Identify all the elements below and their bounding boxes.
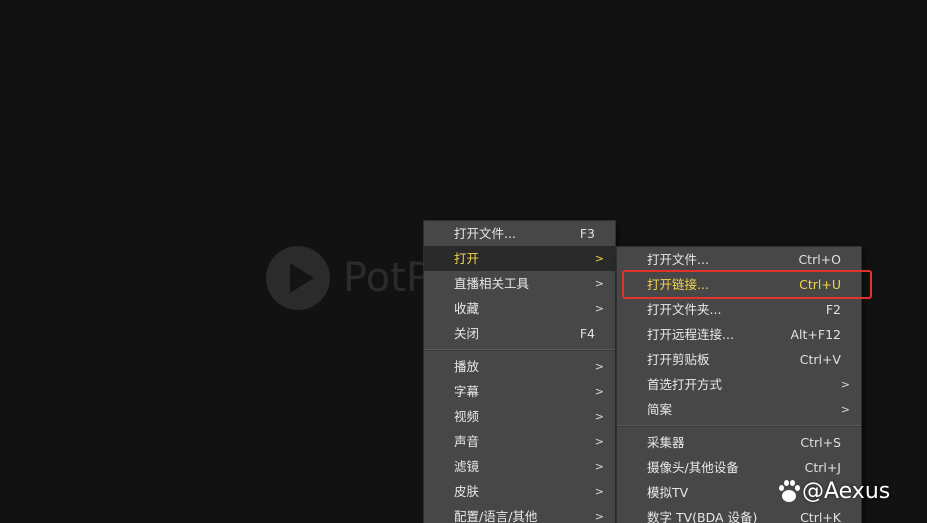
submenu-item-open-clipboard[interactable]: 打开剪贴板 Ctrl+V <box>617 347 861 372</box>
menu-item-label: 数字 TV(BDA 设备) <box>647 510 758 523</box>
menu-separator <box>424 349 615 351</box>
potplayer-logo-text: PotP <box>343 255 430 301</box>
menu-item-video[interactable]: 视频 > <box>424 404 615 429</box>
menu-item-label: 首选打开方式 <box>647 377 723 392</box>
submenu-item-digital-tv[interactable]: 数字 TV(BDA 设备) Ctrl+K <box>617 505 861 523</box>
menu-item-label: 关闭 <box>454 326 480 341</box>
menu-item-label: 滤镜 <box>454 459 480 474</box>
menu-item-label: 打开远程连接... <box>647 327 734 342</box>
menu-item-label: 字幕 <box>454 384 480 399</box>
menu-item-config[interactable]: 配置/语言/其他 > <box>424 504 615 523</box>
submenu-arrow-icon: > <box>594 302 604 315</box>
menu-item-label: 采集器 <box>647 435 685 450</box>
menu-item-label: 摄像头/其他设备 <box>647 460 739 475</box>
menu-item-filters[interactable]: 滤镜 > <box>424 454 615 479</box>
player-window: PotP 打开文件... F3 打开 > 直播相关工具 > 收藏 > 关闭 F4… <box>0 0 927 523</box>
menu-item-label: 配置/语言/其他 <box>454 509 538 523</box>
submenu-item-open-file[interactable]: 打开文件... Ctrl+O <box>617 247 861 272</box>
context-menu: 打开文件... F3 打开 > 直播相关工具 > 收藏 > 关闭 F4 播放 >… <box>423 220 616 523</box>
menu-item-favorites[interactable]: 收藏 > <box>424 296 615 321</box>
potplayer-logo-icon <box>266 246 330 310</box>
menu-item-label: 打开剪贴板 <box>647 352 710 367</box>
menu-item-label: 直播相关工具 <box>454 276 530 291</box>
menu-item-shortcut: F2 <box>825 302 841 317</box>
watermark-text: @Aexus <box>802 478 891 504</box>
menu-item-label: 收藏 <box>454 301 480 316</box>
watermark: @Aexus <box>776 476 890 506</box>
menu-item-shortcut: Ctrl+K <box>800 510 841 523</box>
submenu-arrow-icon: > <box>594 485 604 498</box>
menu-item-label: 打开文件夹... <box>647 302 722 317</box>
menu-item-shortcut: Alt+F12 <box>790 327 842 342</box>
submenu-arrow-icon: > <box>594 435 604 448</box>
menu-item-open[interactable]: 打开 > <box>424 246 615 271</box>
menu-item-skins[interactable]: 皮肤 > <box>424 479 615 504</box>
submenu-arrow-icon: > <box>594 360 604 373</box>
submenu-arrow-icon: > <box>594 252 604 265</box>
menu-item-label: 模拟TV <box>647 485 689 500</box>
menu-item-open-file[interactable]: 打开文件... F3 <box>424 221 615 246</box>
submenu-arrow-icon: > <box>840 378 850 391</box>
menu-item-shortcut: Ctrl+V <box>799 352 841 367</box>
submenu-item-preferred-open[interactable]: 首选打开方式 > <box>617 372 861 397</box>
submenu-arrow-icon: > <box>840 403 850 416</box>
baidu-paw-icon <box>776 479 800 503</box>
menu-item-label: 皮肤 <box>454 484 480 499</box>
menu-item-shortcut: F4 <box>579 326 595 341</box>
submenu-arrow-icon: > <box>594 385 604 398</box>
menu-item-label: 打开 <box>454 251 480 266</box>
submenu-arrow-icon: > <box>594 277 604 290</box>
menu-item-audio[interactable]: 声音 > <box>424 429 615 454</box>
menu-item-live-tools[interactable]: 直播相关工具 > <box>424 271 615 296</box>
menu-item-playback[interactable]: 播放 > <box>424 354 615 379</box>
menu-item-close[interactable]: 关闭 F4 <box>424 321 615 346</box>
menu-item-label: 播放 <box>454 359 480 374</box>
submenu-item-simple[interactable]: 简案 > <box>617 397 861 422</box>
submenu-item-open-folder[interactable]: 打开文件夹... F2 <box>617 297 861 322</box>
annotation-highlight-box <box>622 270 872 299</box>
menu-separator <box>617 425 861 427</box>
submenu-arrow-icon: > <box>594 410 604 423</box>
menu-item-subtitles[interactable]: 字幕 > <box>424 379 615 404</box>
menu-item-label: 简案 <box>647 402 673 417</box>
menu-item-label: 打开文件... <box>454 226 516 241</box>
submenu-item-capture[interactable]: 采集器 Ctrl+S <box>617 430 861 455</box>
menu-item-label: 声音 <box>454 434 480 449</box>
submenu-arrow-icon: > <box>594 460 604 473</box>
submenu-arrow-icon: > <box>594 510 604 523</box>
menu-item-shortcut: Ctrl+O <box>798 252 841 267</box>
menu-item-label: 视频 <box>454 409 480 424</box>
menu-item-label: 打开文件... <box>647 252 709 267</box>
submenu-item-open-remote[interactable]: 打开远程连接... Alt+F12 <box>617 322 861 347</box>
menu-item-shortcut: F3 <box>579 226 595 241</box>
menu-item-shortcut: Ctrl+S <box>800 435 841 450</box>
